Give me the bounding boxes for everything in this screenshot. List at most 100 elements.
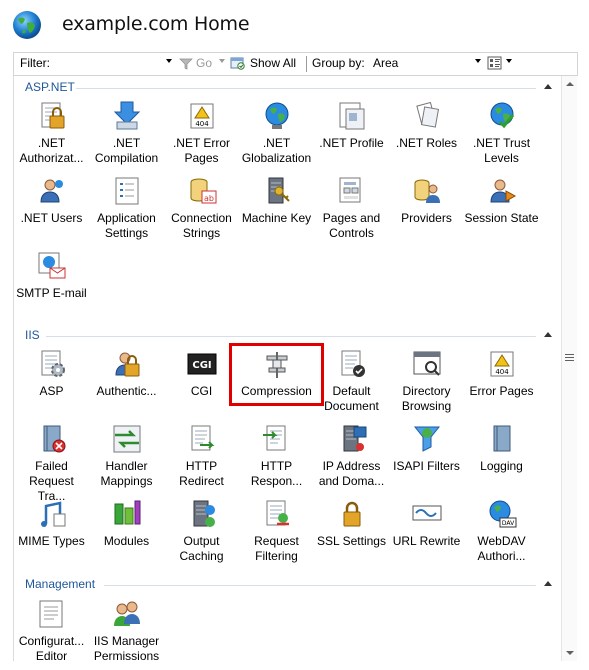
feature-tile-label: Error Pages [469,384,534,398]
feature-tile[interactable]: ab Connection Strings [164,175,239,250]
feature-tile[interactable]: Session State [464,175,539,250]
feature-tile[interactable]: HTTP Redirect [164,423,239,498]
feature-tile[interactable]: .NET Roles [389,100,464,175]
feature-tile-label: IIS Manager Permissions [93,634,160,661]
compression-highlight-box [229,343,324,406]
error-pages-icon: 404 [490,351,514,377]
globe-icon [13,11,41,39]
feature-tile[interactable]: Logging [464,423,539,498]
group-header-aspnet[interactable]: ASP.NET [14,80,562,96]
feature-tile-label: .NET Authorizat... [19,136,84,165]
feature-tile[interactable]: Directory Browsing [389,348,464,423]
feature-tile[interactable]: 404 Error Pages [464,348,539,423]
feature-tile[interactable]: CGI CGI [164,348,239,423]
feature-tile-label: ISAPI Filters [393,459,460,473]
feature-tile[interactable]: DAV WebDAV Authori... [464,498,539,573]
ip-address-domain-icon [343,425,367,452]
feature-tile[interactable]: SMTP E-mail [14,250,89,325]
go-dropdown-arrow-icon[interactable] [219,59,225,63]
feature-tile-label: Output Caching [179,534,224,563]
group-by-dropdown-arrow-icon[interactable] [475,59,481,63]
scroll-thumb[interactable] [565,354,574,361]
default-document-icon [341,350,365,377]
modules-icon [114,500,141,525]
application-settings-icon [115,177,139,205]
feature-tile[interactable]: ISAPI Filters [389,423,464,498]
feature-tile-label: .NET Trust Levels [472,136,531,165]
isapi-filters-icon [413,426,441,452]
view-icon[interactable] [487,56,503,71]
group-header-iis[interactable]: IIS [14,328,562,344]
vertical-scrollbar[interactable] [561,76,577,661]
feature-tile[interactable]: .NET Compilation [89,100,164,175]
feature-tile-label: Pages and Controls [322,211,381,240]
features-view: ASP.NET IIS Management .NET Authorizat..… [13,76,562,661]
feature-tile-label: Request Filtering [254,534,299,563]
feature-tile[interactable]: Application Settings [89,175,164,250]
collapse-icon[interactable] [544,84,552,89]
view-dropdown-arrow-icon[interactable] [506,59,512,63]
feature-tile-label: SMTP E-mail [16,286,87,300]
feature-tile-label: IP Address and Doma... [318,459,385,488]
feature-tile-label: Machine Key [241,211,312,225]
feature-tile[interactable]: MIME Types [14,498,89,573]
feature-tile-label: Connection Strings [171,211,232,240]
feature-tile-label: ASP [39,384,64,398]
feature-tile[interactable]: .NET Users [14,175,89,250]
directory-browsing-icon [413,351,441,376]
group-by-select[interactable]: Area [373,56,398,70]
collapse-icon[interactable] [544,581,552,586]
cgi-icon: CGI [187,353,217,375]
feature-tile[interactable]: Handler Mappings [89,423,164,498]
feature-tile[interactable]: Pages and Controls [314,175,389,250]
url-rewrite-icon [412,505,442,521]
page-title: example.com Home [62,13,250,35]
filter-toolbar: Filter: Go Show All Group by: Area [13,52,578,76]
feature-tile[interactable]: IP Address and Doma... [314,423,389,498]
feature-tile[interactable]: SSL Settings [314,498,389,573]
feature-tile[interactable]: IIS Manager Permissions [89,598,164,661]
feature-tile[interactable]: URL Rewrite [389,498,464,573]
feature-tile-label: WebDAV Authori... [477,534,526,563]
net-error-pages-icon: 404 [190,103,214,129]
scroll-up-arrow-icon[interactable] [566,82,574,86]
go-button[interactable]: Go [196,56,212,70]
feature-tile[interactable]: .NET Profile [314,100,389,175]
feature-tile[interactable]: HTTP Respon... [239,423,314,498]
group-title: IIS [25,328,40,342]
ssl-settings-icon [343,501,361,527]
feature-tile-label: Configurat... Editor [18,634,85,661]
feature-tile[interactable]: ASP [14,348,89,423]
scroll-down-arrow-icon[interactable] [566,651,574,655]
handler-mappings-icon [113,425,141,453]
machine-key-icon [268,177,290,204]
svg-text:CGI: CGI [192,360,211,371]
asp-icon [41,350,65,377]
filter-input[interactable] [58,54,174,73]
feature-tile-label: HTTP Respon... [250,459,303,488]
feature-tile[interactable]: .NET Authorizat... [14,100,89,175]
feature-tile[interactable]: Output Caching [164,498,239,573]
feature-tile[interactable]: Request Filtering [239,498,314,573]
feature-tile[interactable]: Machine Key [239,175,314,250]
feature-tile-label: CGI [190,384,213,398]
feature-tile[interactable]: .NET Trust Levels [464,100,539,175]
feature-tile-label: Modules [103,534,150,548]
show-all-button[interactable]: Show All [250,56,296,70]
feature-tile[interactable]: Default Document [314,348,389,423]
feature-tile[interactable]: Failed Request Tra... [14,423,89,503]
feature-tile[interactable]: Modules [89,498,164,573]
net-compilation-icon [113,101,141,130]
feature-tile[interactable]: 404 .NET Error Pages [164,100,239,175]
feature-tile[interactable]: Providers [389,175,464,250]
feature-tile-label: .NET Roles [395,136,458,150]
feature-tile-label: Directory Browsing [401,384,452,413]
feature-tile[interactable]: Configurat... Editor [14,598,89,661]
feature-tile[interactable]: .NET Globalization [239,100,314,175]
feature-tile[interactable]: Authentic... [89,348,164,423]
collapse-icon[interactable] [544,332,552,337]
group-header-management[interactable]: Management [14,577,562,593]
filter-dropdown-arrow-icon[interactable] [166,59,172,63]
feature-tile-label: .NET Profile [319,136,384,150]
feature-tile-label: Logging [480,459,523,473]
